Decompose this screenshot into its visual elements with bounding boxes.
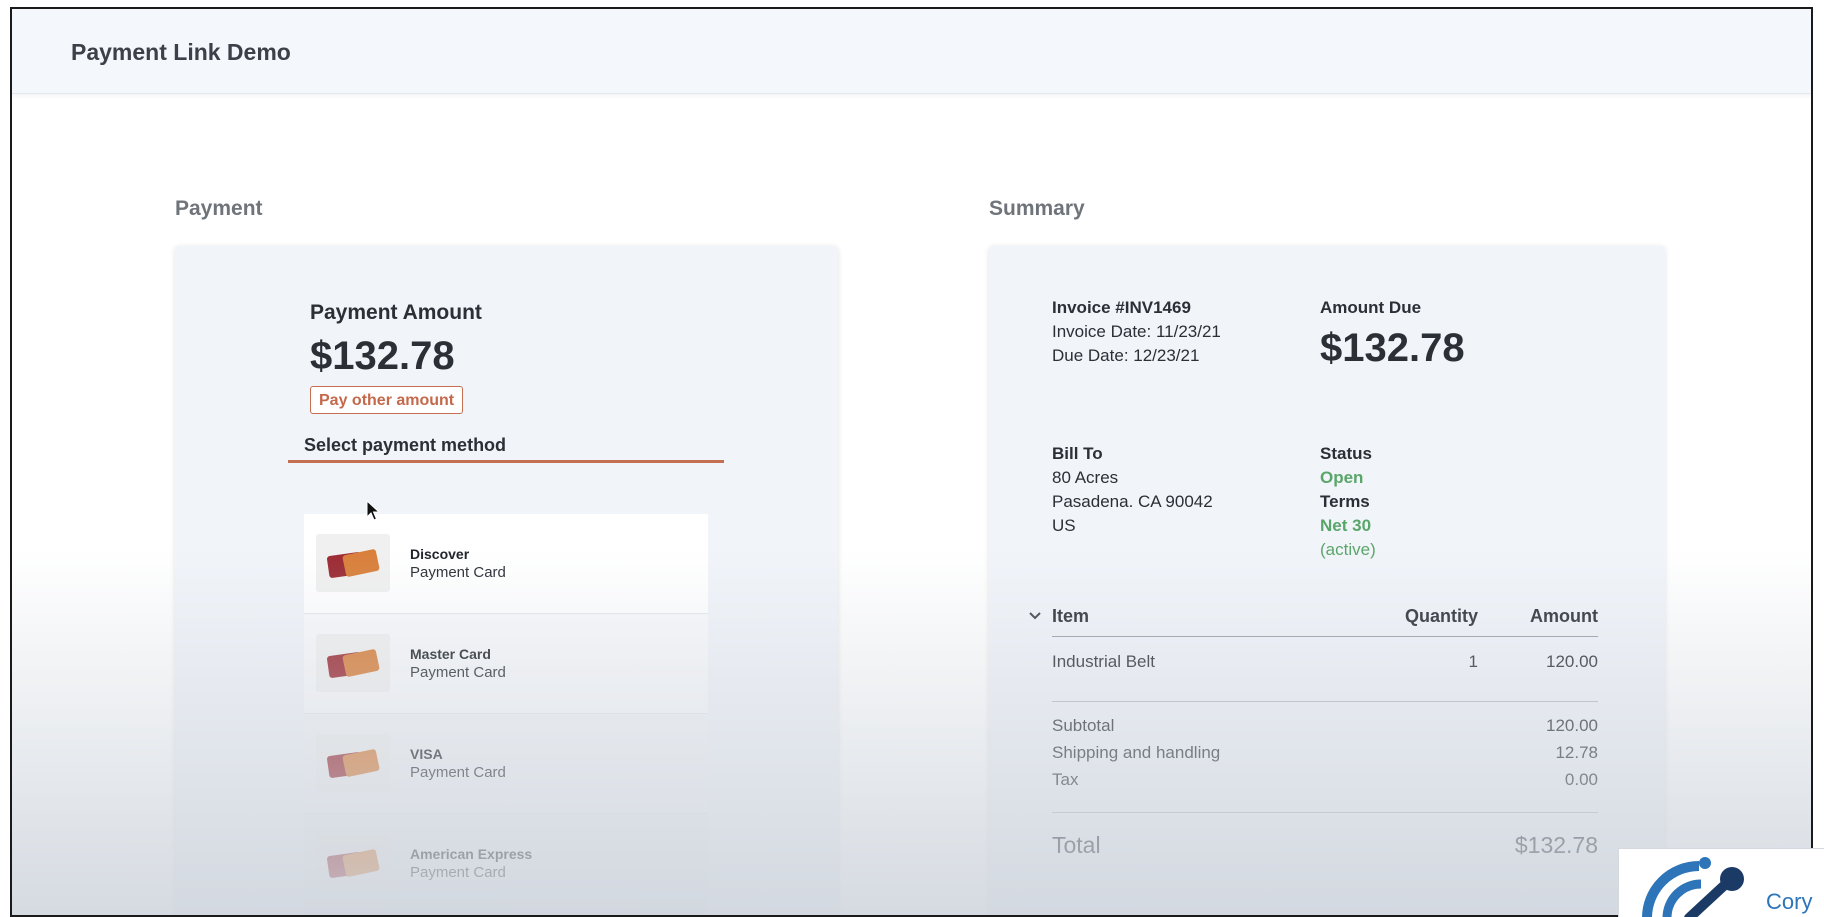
payment-method-amex[interactable]: American Express Payment Card bbox=[304, 814, 708, 914]
due-date: Due Date: 12/23/21 bbox=[1052, 346, 1200, 365]
method-name: Discover bbox=[410, 546, 470, 562]
select-payment-method-label: Select payment method bbox=[304, 435, 507, 455]
payment-card-icon bbox=[316, 534, 390, 592]
terms-label: Terms bbox=[1320, 492, 1370, 511]
method-type: Payment Card bbox=[410, 764, 506, 781]
browser-frame: Payment Link Demo Payment Summary Paymen… bbox=[10, 7, 1813, 917]
watermark-logo: Cory bbox=[1618, 848, 1824, 917]
shipping-value: 12.78 bbox=[1555, 743, 1598, 762]
line-item-quantity: 1 bbox=[1468, 652, 1478, 671]
payment-method-visa[interactable]: VISA Payment Card bbox=[304, 714, 708, 814]
subtotal-label: Subtotal bbox=[1052, 716, 1115, 735]
mouse-cursor-icon bbox=[366, 499, 381, 527]
payment-amount-value: $132.78 bbox=[310, 334, 455, 378]
summary-card: Invoice #INV1469 Invoice Date: 11/23/21 … bbox=[989, 246, 1665, 915]
method-type: Payment Card bbox=[410, 564, 506, 581]
payment-section-label: Payment bbox=[175, 197, 263, 220]
invoice-number: Invoice #INV1469 bbox=[1052, 298, 1191, 317]
method-name: VISA bbox=[410, 746, 443, 762]
payment-card-icon bbox=[316, 734, 390, 792]
terms-value: Net 30 bbox=[1320, 516, 1372, 535]
method-name: Master Card bbox=[410, 646, 491, 662]
amount-due-label: Amount Due bbox=[1320, 298, 1422, 317]
address-line-1: 80 Acres bbox=[1052, 468, 1119, 487]
invoice-date: Invoice Date: 11/23/21 bbox=[1052, 322, 1221, 341]
method-underline bbox=[288, 460, 724, 463]
payment-card-icon bbox=[316, 834, 390, 892]
header-divider bbox=[1052, 636, 1598, 637]
line-item-name: Industrial Belt bbox=[1052, 652, 1155, 671]
payment-method-mastercard[interactable]: Master Card Payment Card bbox=[304, 614, 708, 714]
pay-other-amount-button[interactable]: Pay other amount bbox=[310, 386, 464, 414]
app-title: Payment Link Demo bbox=[71, 39, 291, 65]
totals-divider bbox=[1052, 812, 1598, 813]
payment-amount-label: Payment Amount bbox=[310, 301, 482, 324]
subtotal-value: 120.00 bbox=[1546, 716, 1598, 735]
column-header-amount: Amount bbox=[1530, 606, 1598, 626]
app-header: Payment Link Demo bbox=[12, 9, 1811, 94]
summary-section-label: Summary bbox=[989, 197, 1085, 220]
shipping-label: Shipping and handling bbox=[1052, 743, 1221, 762]
bill-to-label: Bill To bbox=[1052, 444, 1103, 463]
payment-method-discover[interactable]: Discover Payment Card bbox=[304, 514, 708, 614]
watermark-text: Cory bbox=[1766, 889, 1813, 914]
amount-due-value: $132.78 bbox=[1320, 326, 1465, 370]
items-divider bbox=[1052, 701, 1598, 702]
status-label: Status bbox=[1320, 444, 1372, 463]
method-type: Payment Card bbox=[410, 664, 506, 681]
tax-value: 0.00 bbox=[1564, 770, 1598, 789]
tax-label: Tax bbox=[1052, 770, 1079, 789]
column-header-item: Item bbox=[1052, 606, 1090, 626]
total-value: $132.78 bbox=[1514, 832, 1598, 858]
chevron-down-icon[interactable] bbox=[1027, 609, 1043, 628]
status-value: Open bbox=[1320, 468, 1364, 487]
method-type: Payment Card bbox=[410, 864, 506, 881]
payment-card-icon bbox=[316, 634, 390, 692]
address-line-3: US bbox=[1052, 516, 1076, 535]
payment-card: Payment Amount $132.78 Pay other amount … bbox=[175, 246, 838, 915]
terms-note: (active) bbox=[1320, 540, 1376, 559]
method-name: American Express bbox=[410, 846, 533, 862]
line-item-amount: 120.00 bbox=[1546, 652, 1598, 671]
address-line-2: Pasadena. CA 90042 bbox=[1052, 492, 1213, 511]
total-label: Total bbox=[1052, 832, 1101, 858]
column-header-quantity: Quantity bbox=[1404, 606, 1478, 626]
payment-method-list: Discover Payment Card Master Card Paymen… bbox=[304, 514, 708, 914]
